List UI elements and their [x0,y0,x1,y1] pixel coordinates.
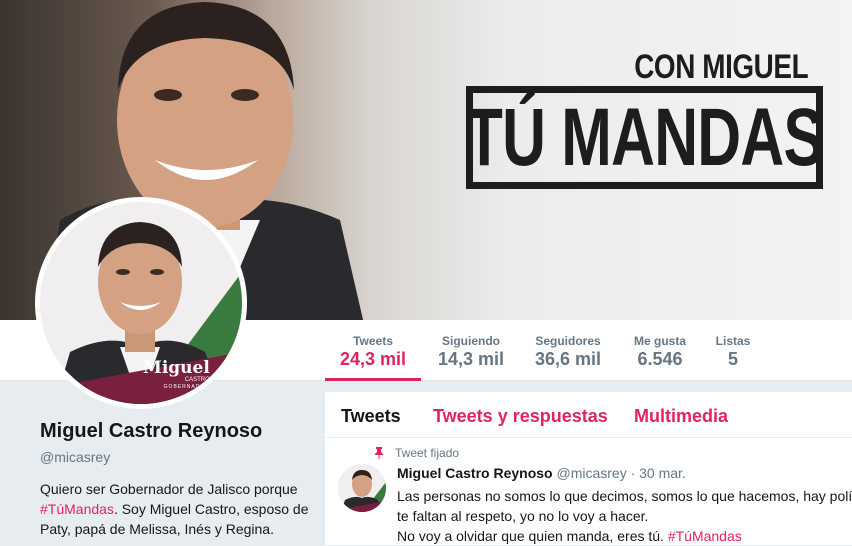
avatar-image [40,202,242,404]
tweet-hashtag[interactable]: #TúMandas [668,528,742,544]
tweet-avatar[interactable] [338,464,386,512]
tweet-date[interactable]: · 30 mar. [631,465,686,481]
stat-lists[interactable]: Listas 5 [712,320,754,381]
profile-name[interactable]: Miguel Castro Reynoso [40,420,320,443]
tweet-line: te faltan al respeto, yo no lo voy a hac… [397,508,649,524]
tweet-line-text: No voy a olvidar que quien manda, eres t… [397,528,664,544]
bio-hashtag[interactable]: #TúMandas [40,501,114,517]
tweet-line: Las personas no somos lo que decimos, so… [397,488,852,504]
avatar-logo-role: GOBERNADOR [163,384,210,390]
avatar-logo-sub: CASTRO [184,377,210,383]
stat-following[interactable]: Siguiendo 14,3 mil [431,320,511,381]
profile-card: Miguel Castro Reynoso @micasrey Quiero s… [40,420,320,539]
stat-label: Tweets [353,334,393,348]
tweet-author-name[interactable]: Miguel Castro Reynoso [397,465,553,481]
tweet-text: Las personas no somos lo que decimos, so… [397,486,852,546]
avatar-logo-name: Miguel [143,358,210,378]
tab-tweets-replies[interactable]: Tweets y respuestas [433,406,608,427]
stat-value: 36,6 mil [534,349,602,369]
timeline-tabs: Tweets Tweets y respuestas Multimedia [325,392,852,438]
slogan-con-miguel: CON MIGUEL [633,48,808,86]
stat-followers[interactable]: Seguidores 36,6 mil [528,320,608,381]
stat-likes[interactable]: Me gusta 6.546 [625,320,695,381]
avatar-logo: Miguel CASTRO GOBERNADOR [143,358,210,391]
stat-value: 5 [727,349,738,369]
stat-value: 14,3 mil [437,349,505,369]
timeline: Tweets Tweets y respuestas Multimedia Tw… [325,392,852,545]
bio-text: Quiero ser Gobernador de Jalisco porque [40,481,298,497]
slogan-box: TÚ MANDAS [465,86,824,189]
tab-tweets[interactable]: Tweets [341,406,401,427]
stat-label: Me gusta [633,334,686,348]
profile-bio: Quiero ser Gobernador de Jalisco porque … [40,479,320,539]
tweet-header: Miguel Castro Reynoso @micasrey · 30 mar… [397,465,686,481]
stat-value: 6.546 [637,349,683,369]
tab-media[interactable]: Multimedia [634,406,728,427]
pinned-label: Tweet fijado [395,446,460,460]
profile-avatar[interactable]: Miguel CASTRO GOBERNADOR [35,197,247,409]
slogan-tu-mandas: TÚ MANDAS [465,91,824,183]
stat-label: Seguidores [535,334,601,348]
stat-tweets[interactable]: Tweets 24,3 mil [325,320,421,381]
tweet-avatar-image [338,464,386,512]
stat-value: 24,3 mil [339,349,407,369]
stat-label: Siguiendo [442,334,500,348]
pin-icon [375,447,383,459]
tweet-author-handle[interactable]: @micasrey [556,465,626,481]
tweet-line: No voy a olvidar que quien manda, eres t… [397,526,852,546]
profile-handle[interactable]: @micasrey [40,449,320,465]
stat-label: Listas [715,334,751,348]
